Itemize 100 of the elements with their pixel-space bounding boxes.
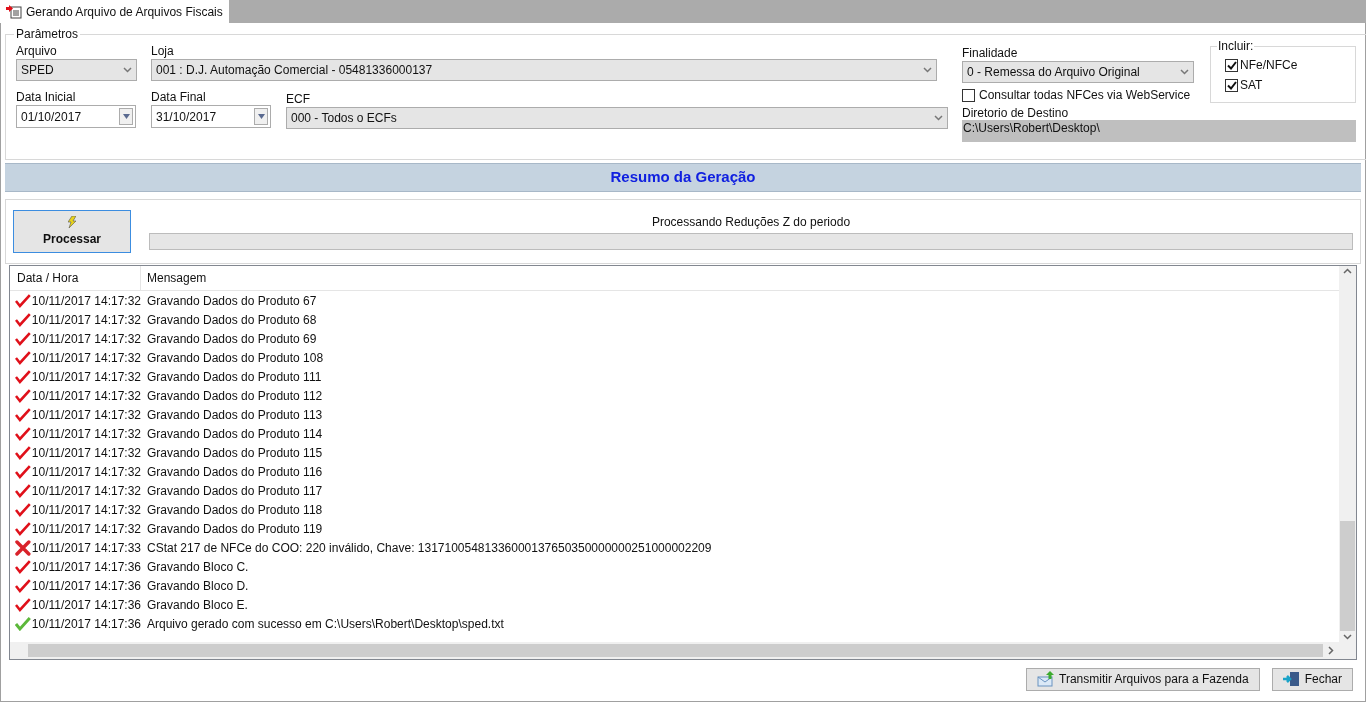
dropdown-caret-icon — [934, 115, 943, 121]
table-cell-text: 10/11/2017 14:17:32 — [31, 444, 141, 462]
log-row[interactable]: 10/11/2017 14:17:32 Gravando Dados do Produto 69 — [10, 329, 1339, 348]
checkmark-icon — [15, 407, 31, 422]
checkmark-icon — [15, 483, 31, 498]
checkmark-icon — [15, 445, 31, 460]
group-legend: Incluir: — [1217, 37, 1255, 55]
field-label: ECF — [286, 91, 311, 107]
calendar-dropdown-icon[interactable] — [119, 108, 133, 125]
group-legend: Parâmetros — [14, 25, 81, 43]
checkbox[interactable] — [1225, 78, 1238, 92]
table-cell-text: 10/11/2017 14:17:33 — [31, 539, 141, 557]
checkmark-icon — [15, 388, 31, 403]
scroll-thumb[interactable] — [1340, 521, 1355, 631]
log-row[interactable]: 10/11/2017 14:17:36 Gravando Bloco C. — [10, 557, 1339, 576]
table-cell-text: 10/11/2017 14:17:32 — [31, 520, 141, 538]
table-cell-text: 10/11/2017 14:17:36 — [31, 615, 141, 633]
log-row[interactable]: 10/11/2017 14:17:32 Gravando Dados do Produto 67 — [10, 291, 1339, 310]
column-header[interactable]: Mensagem — [141, 266, 1339, 290]
table-cell-text: 10/11/2017 14:17:36 — [31, 558, 141, 576]
scroll-thumb[interactable] — [28, 644, 1323, 657]
table-cell-text: 10/11/2017 14:17:32 — [31, 482, 141, 500]
date-field[interactable]: 31/10/2017 — [151, 105, 271, 128]
table-cell-text: 10/11/2017 14:17:32 — [31, 292, 141, 310]
table-cell-text: Gravando Bloco E. — [146, 596, 248, 614]
log-row[interactable]: 10/11/2017 14:17:32 Gravando Dados do Produto 112 — [10, 386, 1339, 405]
log-row[interactable]: 10/11/2017 14:17:32 Gravando Dados do Produto 119 — [10, 519, 1339, 538]
field-label: Data Inicial — [16, 89, 77, 105]
table-cell-text: 10/11/2017 14:17:32 — [31, 406, 141, 424]
cross-icon — [15, 539, 31, 556]
column-header[interactable]: Data / Hora — [10, 266, 141, 290]
document-arrow-icon — [6, 4, 22, 19]
checkmark-icon — [15, 559, 31, 574]
log-row[interactable]: 10/11/2017 14:17:32 Gravando Dados do Produto 114 — [10, 424, 1339, 443]
table-cell-text: Gravando Dados do Produto 117 — [146, 482, 323, 500]
table-cell-text: Gravando Dados do Produto 118 — [146, 501, 323, 519]
file-type-select[interactable]: SPED — [16, 59, 137, 81]
process-button[interactable]: Processar — [13, 210, 131, 253]
checkbox[interactable] — [962, 88, 975, 102]
log-row[interactable]: 10/11/2017 14:17:36 Arquivo gerado com sucesso em C:\Users\Robert\Desktop\sped.txt — [10, 614, 1339, 633]
date-field[interactable]: 01/10/2017 — [16, 105, 136, 128]
checkmark-icon — [15, 426, 31, 441]
vertical-scrollbar[interactable] — [1339, 266, 1356, 642]
close-button[interactable]: Fechar — [1271, 667, 1353, 691]
table-cell-text: 10/11/2017 14:17:32 — [31, 501, 141, 519]
destination-path-field: C:\Users\Robert\Desktop\ — [962, 120, 1356, 142]
table-cell-text: 10/11/2017 14:17:32 — [31, 463, 141, 481]
table-cell-text: Gravando Dados do Produto 67 — [146, 292, 317, 310]
table-cell-text: Arquivo gerado com sucesso em C:\Users\Robert\Desktop\sped.txt — [146, 615, 504, 633]
table-cell-text: Gravando Bloco D. — [146, 577, 249, 595]
checkbox-label: Consultar todas NFCes via WebService — [979, 87, 1191, 104]
store-select[interactable]: 001 : D.J. Automação Comercial - 05481336000137 — [151, 59, 937, 81]
table-cell-text: 10/11/2017 14:17:32 — [31, 368, 141, 386]
envelope-upload-icon — [1037, 671, 1055, 687]
log-row[interactable]: 10/11/2017 14:17:32 Gravando Dados do Produto 108 — [10, 348, 1339, 367]
log-row[interactable]: 10/11/2017 14:17:36 Gravando Bloco E. — [10, 595, 1339, 614]
scroll-down-icon[interactable] — [1343, 634, 1352, 640]
table-cell-text: 10/11/2017 14:17:32 — [31, 330, 141, 348]
checkmark-icon — [15, 578, 31, 593]
checkmark-icon — [15, 464, 31, 479]
table-cell-text: Gravando Dados do Produto 116 — [146, 463, 323, 481]
log-row[interactable]: 10/11/2017 14:17:32 Gravando Dados do Produto 118 — [10, 500, 1339, 519]
log-row[interactable]: 10/11/2017 14:17:32 Gravando Dados do Produto 113 — [10, 405, 1339, 424]
checkmark-icon — [15, 369, 31, 384]
log-row[interactable]: 10/11/2017 14:17:33 CStat 217 de NFCe do COO: 220 inválido, Chave: 13171005481336000137650350000000251000002209 — [10, 538, 1339, 557]
scroll-right-icon[interactable] — [1328, 646, 1334, 655]
log-row[interactable]: 10/11/2017 14:17:36 Gravando Bloco D. — [10, 576, 1339, 595]
transmit-button[interactable]: Transmitir Arquivos para a Fazenda — [1026, 667, 1260, 691]
scroll-up-icon[interactable] — [1343, 268, 1352, 274]
field-label: Diretorio de Destino — [962, 106, 1070, 120]
table-cell-text: 10/11/2017 14:17:36 — [31, 596, 141, 614]
checkmark-icon — [15, 616, 31, 631]
ecf-select[interactable]: 000 - Todos o ECFs — [286, 107, 948, 129]
purpose-select[interactable]: 0 - Remessa do Arquivo Original — [962, 61, 1194, 83]
log-row[interactable]: 10/11/2017 14:17:32 Gravando Dados do Produto 116 — [10, 462, 1339, 481]
table-cell-text: Gravando Dados do Produto 119 — [146, 520, 323, 538]
tab[interactable]: Gerando Arquivo de Arquivos Fiscais — [0, 0, 229, 23]
table-cell-text: 10/11/2017 14:17:36 — [31, 577, 141, 595]
dropdown-caret-icon — [923, 67, 932, 73]
table-cell-text: Gravando Bloco C. — [146, 558, 249, 576]
table-cell-text: CStat 217 de NFCe do COO: 220 inválido, Chave: 13171005481336000137650350000000251000002209 — [146, 539, 712, 557]
table-cell-text: 10/11/2017 14:17:32 — [31, 387, 141, 405]
log-row[interactable]: 10/11/2017 14:17:32 Gravando Dados do Produto 117 — [10, 481, 1339, 500]
log-row[interactable]: 10/11/2017 14:17:32 Gravando Dados do Produto 68 — [10, 310, 1339, 329]
table-cell-text: Gravando Dados do Produto 108 — [146, 349, 324, 367]
calendar-dropdown-icon[interactable] — [254, 108, 268, 125]
table-cell-text: 10/11/2017 14:17:32 — [31, 349, 141, 367]
table-cell-text: Gravando Dados do Produto 114 — [146, 425, 323, 443]
table-cell-text: Gravando Dados do Produto 112 — [146, 387, 323, 405]
table-cell-text: 10/11/2017 14:17:32 — [31, 311, 141, 329]
dropdown-caret-icon — [123, 67, 132, 73]
log-row[interactable]: 10/11/2017 14:17:32 Gravando Dados do Produto 111 — [10, 367, 1339, 386]
checkmark-icon — [15, 312, 31, 327]
checkbox[interactable] — [1225, 58, 1238, 72]
checkmark-icon — [15, 293, 31, 308]
log-row[interactable]: 10/11/2017 14:17:32 Gravando Dados do Produto 115 — [10, 443, 1339, 462]
horizontal-scrollbar[interactable] — [10, 642, 1356, 659]
table-cell-text: Gravando Dados do Produto 68 — [146, 311, 317, 329]
table-cell-text: 10/11/2017 14:17:32 — [31, 425, 141, 443]
progress-label: Processando Reduções Z do periodo — [651, 214, 851, 231]
